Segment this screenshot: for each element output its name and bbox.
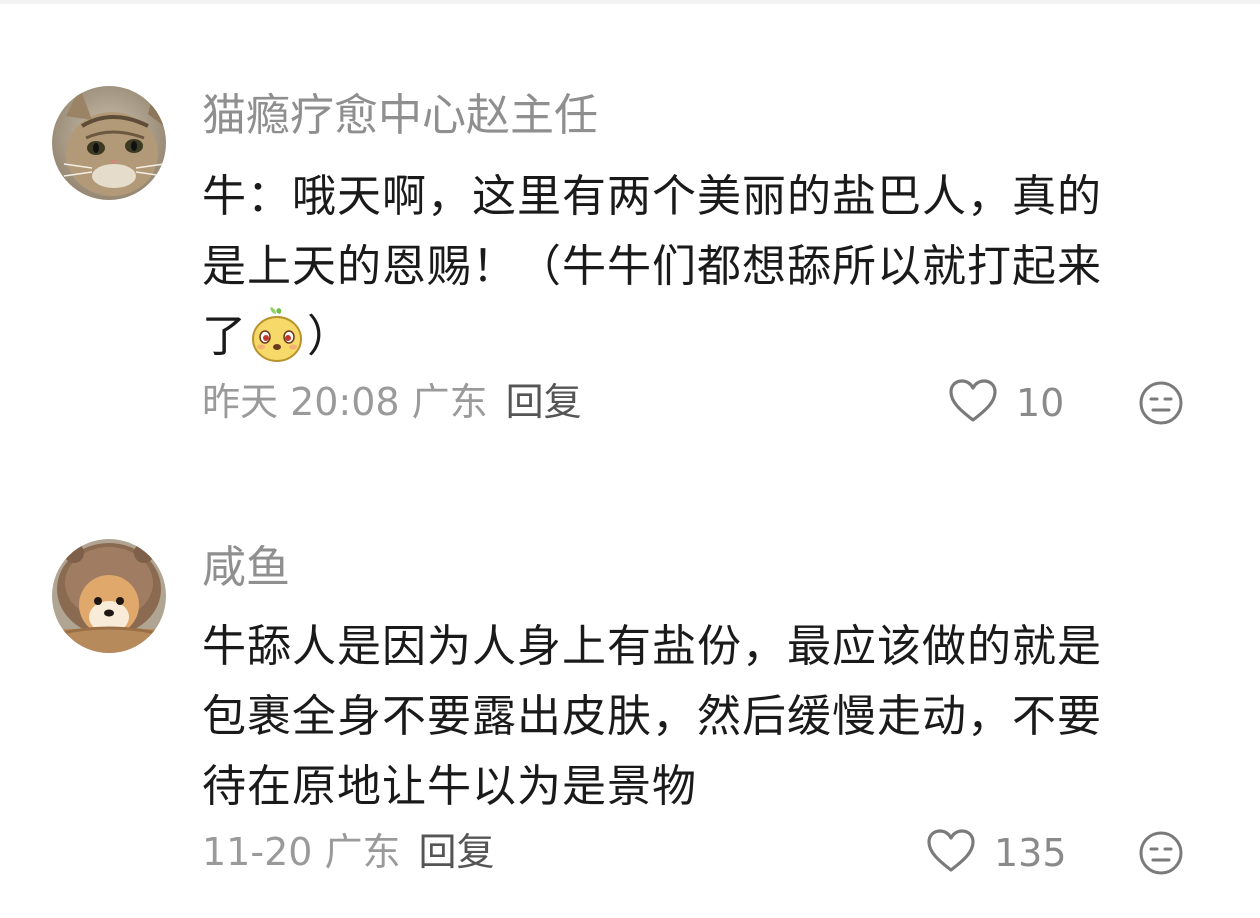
time-location: 11-20 广东 — [202, 830, 401, 874]
username[interactable]: 猫瘾疗愈中心赵主任 — [202, 88, 598, 144]
heart-outline-icon — [926, 828, 976, 878]
meh-face-icon[interactable] — [1138, 380, 1184, 426]
comment-line: 了 ） — [202, 302, 1202, 372]
username[interactable]: 咸鱼 — [202, 540, 290, 596]
comment-list-page: 猫瘾疗愈中心赵主任 牛：哦天啊，这里有两个美丽的盐巴人，真的 是上天的恩赐！（牛… — [0, 0, 1260, 918]
shiba-dog-avatar[interactable] — [52, 539, 166, 653]
comment-meta: 昨天 20:08 广东 回复 — [202, 378, 582, 426]
comment-line: 是上天的恩赐！（牛牛们都想舔所以就打起来 — [202, 241, 1102, 292]
like-count: 10 — [1016, 381, 1065, 425]
meh-face-icon[interactable] — [1138, 830, 1184, 876]
comment-content: 牛：哦天啊，这里有两个美丽的盐巴人，真的 是上天的恩赐！（牛牛们都想舔所以就打起… — [202, 162, 1202, 372]
time-location: 昨天 20:08 广东 — [202, 380, 488, 424]
cute-face-emoji — [249, 307, 305, 363]
reply-button[interactable]: 回复 — [419, 830, 495, 874]
comment-line: 待在原地让牛以为是景物 — [202, 761, 697, 812]
comment-meta: 11-20 广东 回复 — [202, 828, 495, 876]
reply-button[interactable]: 回复 — [506, 380, 582, 424]
cat-avatar[interactable] — [52, 86, 166, 200]
comment-content: 牛舔人是因为人身上有盐份，最应该做的就是 包裹全身不要露出皮肤，然后缓慢走动，不… — [202, 612, 1202, 822]
like-button[interactable]: 10 — [948, 378, 1064, 428]
comment-line-tail: ） — [307, 311, 352, 362]
comment-line: 牛舔人是因为人身上有盐份，最应该做的就是 — [202, 621, 1102, 672]
like-count: 135 — [994, 831, 1067, 875]
top-divider — [0, 0, 1260, 4]
comment-line: 牛：哦天啊，这里有两个美丽的盐巴人，真的 — [202, 171, 1102, 222]
comment-line-text: 了 — [202, 311, 247, 362]
comment-line: 包裹全身不要露出皮肤，然后缓慢走动，不要 — [202, 691, 1102, 742]
like-button[interactable]: 135 — [926, 828, 1067, 878]
heart-outline-icon — [948, 378, 998, 428]
